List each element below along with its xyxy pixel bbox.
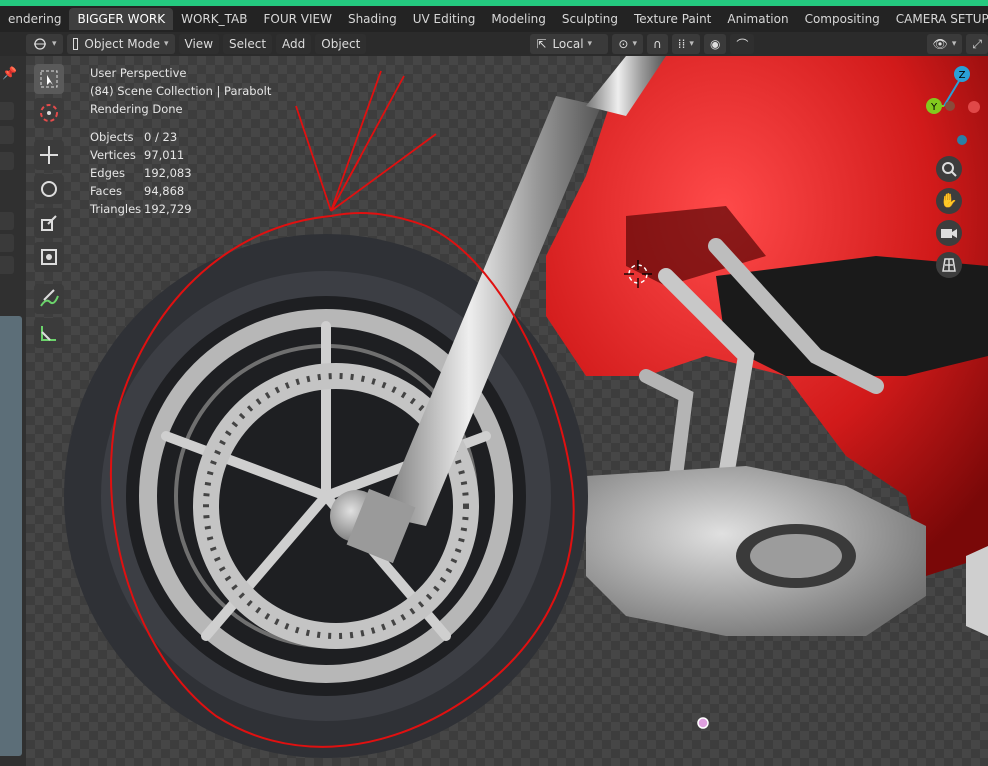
- tab-animation[interactable]: Animation: [719, 8, 796, 30]
- pin-icon[interactable]: 📌: [2, 66, 17, 80]
- stat-value: 192,729: [144, 202, 192, 216]
- properties-sidebar: 📌: [0, 56, 26, 766]
- proportional-icon: ◉: [709, 37, 721, 51]
- stat-label: Triangles: [90, 202, 142, 216]
- scale-icon[interactable]: [34, 208, 64, 238]
- annotation-strokes: [295, 70, 437, 212]
- gizmo-toggle-button[interactable]: ⤢: [966, 34, 988, 54]
- annotate-icon[interactable]: [34, 284, 64, 314]
- tab-uv-editing[interactable]: UV Editing: [405, 8, 484, 30]
- menu-object[interactable]: Object: [315, 34, 367, 54]
- stat-value: 97,011: [144, 148, 185, 162]
- mode-label: Object Mode: [84, 37, 160, 51]
- falloff-icon: ⌒: [736, 37, 749, 52]
- pivot-icon: ⊙: [618, 37, 629, 51]
- tab-bigger-work[interactable]: BIGGER WORK: [69, 8, 174, 30]
- select-box-icon[interactable]: [34, 64, 64, 94]
- stat-label: Faces: [90, 184, 122, 198]
- visibility-button[interactable]: 👁 ▾: [926, 34, 963, 54]
- gizmo-y-label: Y: [930, 102, 938, 113]
- falloff-button[interactable]: ⌒: [730, 34, 755, 54]
- navigation-gizmo[interactable]: Z Y ✋: [918, 64, 988, 284]
- sidebar-row[interactable]: [0, 212, 14, 230]
- tab-camera-setup[interactable]: CAMERA SETUP: [888, 8, 988, 30]
- axis-gizmo[interactable]: Z Y: [918, 64, 988, 154]
- tab-rendering[interactable]: endering: [0, 8, 69, 30]
- grid-view-icon[interactable]: [936, 252, 962, 278]
- tab-compositing[interactable]: Compositing: [797, 8, 888, 30]
- move-icon[interactable]: [34, 140, 64, 170]
- stat-value: 94,868: [144, 184, 185, 198]
- engine-cover-inner: [750, 534, 842, 578]
- chevron-down-icon: ▾: [632, 39, 637, 49]
- magnet-icon: ∩: [652, 37, 662, 51]
- 3d-viewport[interactable]: User Perspective (84) Scene Collection |…: [26, 56, 988, 766]
- tab-sculpting[interactable]: Sculpting: [554, 8, 626, 30]
- chevron-down-icon: ▾: [164, 39, 169, 49]
- workspace-tabbar: endering BIGGER WORK WORK_TAB FOUR VIEW …: [0, 6, 988, 32]
- sidebar-row[interactable]: [0, 102, 14, 120]
- sidebar-row[interactable]: [0, 126, 14, 144]
- scene-collection: (84) Scene Collection | Parabolt: [90, 84, 272, 98]
- stat-label: Vertices: [90, 148, 136, 162]
- camera-icon[interactable]: [936, 220, 962, 246]
- light-object: [697, 717, 709, 729]
- tab-four-view[interactable]: FOUR VIEW: [255, 8, 339, 30]
- snap-target-button[interactable]: ⁞⁞ ▾: [671, 34, 700, 54]
- scene-statistics: Objects 0 / 23 Vertices 97,011 Edges 192,08…: [90, 128, 271, 218]
- chevron-down-icon: ▾: [587, 39, 593, 49]
- menu-view[interactable]: View: [178, 34, 220, 54]
- pivot-button[interactable]: ⊙ ▾: [612, 34, 643, 54]
- viewport-overlay-text: User Perspective (84) Scene Collection |…: [90, 64, 271, 218]
- chevron-down-icon: ▾: [52, 39, 57, 49]
- sidebar-row[interactable]: [0, 256, 14, 274]
- stat-value: 192,083: [144, 166, 192, 180]
- menu-select[interactable]: Select: [223, 34, 273, 54]
- sidebar-panel[interactable]: [0, 316, 22, 756]
- tool-shelf: [34, 64, 72, 352]
- stat-label: Objects: [90, 130, 134, 144]
- viewport-header: ▾ Object Mode ▾ View Select Add Object ⇱…: [26, 32, 988, 56]
- exhaust-tip: [966, 546, 988, 636]
- rotate-icon[interactable]: [34, 174, 64, 204]
- view-name: User Perspective: [90, 66, 187, 80]
- object-mode-icon: [72, 38, 79, 50]
- globe-icon: [34, 38, 46, 50]
- tab-shading[interactable]: Shading: [340, 8, 405, 30]
- zoom-icon[interactable]: [936, 156, 962, 182]
- stat-label: Edges: [90, 166, 125, 180]
- orientation-label: Local: [552, 37, 584, 51]
- sidebar-row[interactable]: [0, 234, 14, 252]
- gizmo-icon: ⤢: [972, 36, 982, 51]
- cursor-icon[interactable]: [34, 98, 64, 128]
- menu-add[interactable]: Add: [276, 34, 312, 54]
- transform-icon[interactable]: [34, 242, 64, 272]
- snap-grid-icon: ⁞⁞: [677, 37, 686, 51]
- transform-orientation-select[interactable]: ⇱ Local ▾: [530, 34, 609, 54]
- stat-value: 0 / 23: [144, 130, 178, 144]
- editor-type-button[interactable]: ▾: [26, 34, 63, 54]
- tab-modeling[interactable]: Modeling: [483, 8, 554, 30]
- chevron-down-icon: ▾: [689, 39, 694, 49]
- pan-hand-icon[interactable]: ✋: [936, 188, 962, 214]
- gizmo-z-label: Z: [959, 70, 966, 81]
- sidebar-row[interactable]: [0, 152, 14, 170]
- render-status: Rendering Done: [90, 102, 183, 116]
- tab-texture-paint[interactable]: Texture Paint: [626, 8, 719, 30]
- snap-button[interactable]: ∩: [646, 34, 668, 54]
- orientation-icon: ⇱: [536, 37, 547, 51]
- frame-tube: [639, 369, 694, 483]
- proportional-edit-button[interactable]: ◉: [703, 34, 727, 54]
- tab-work-tab[interactable]: WORK_TAB: [173, 8, 255, 30]
- chevron-down-icon: ▾: [951, 39, 957, 49]
- measure-icon[interactable]: [34, 318, 64, 348]
- eye-icon: 👁: [932, 37, 948, 51]
- mode-select[interactable]: Object Mode ▾: [66, 34, 175, 54]
